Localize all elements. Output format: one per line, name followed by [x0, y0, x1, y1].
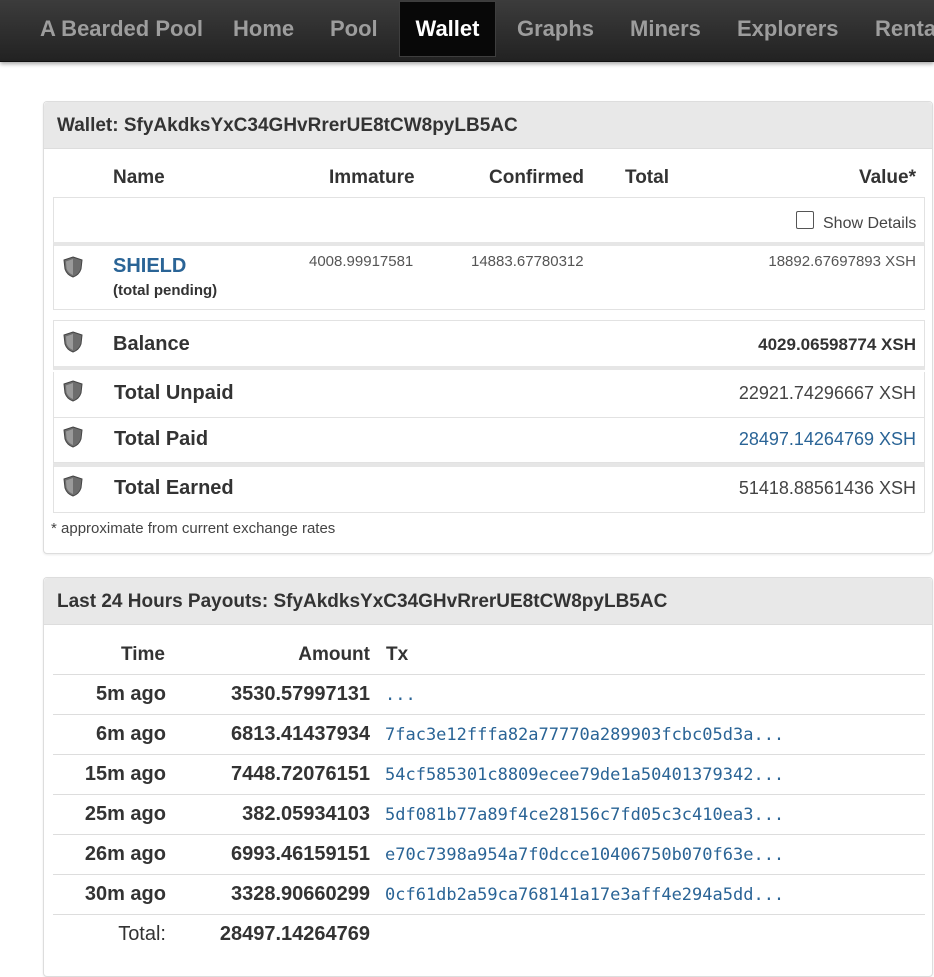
- coin-value: 18892.67697893 XSH: [768, 253, 916, 270]
- exchange-rate-footnote: * approximate from current exchange rate…: [51, 520, 336, 537]
- payout-tx-link[interactable]: e70c7398a954a7f0dcce10406750b070f63e...: [385, 845, 784, 865]
- payout-amount: 7448.72076151: [230, 763, 370, 785]
- brand-link[interactable]: A Bearded Pool: [40, 0, 203, 58]
- payout-time: 6m ago: [95, 723, 166, 745]
- nav-pool[interactable]: Pool: [330, 0, 378, 58]
- payout-row: 5m ago 3530.57997131 ...: [53, 674, 925, 714]
- payout-time: 26m ago: [84, 843, 166, 865]
- shield-icon: [63, 426, 83, 448]
- payout-time: 25m ago: [84, 803, 166, 825]
- total-unpaid-value: 22921.74296667 XSH: [738, 383, 916, 403]
- payout-amount: 3328.90660299: [230, 883, 370, 905]
- payout-row: 26m ago 6993.46159151 e70c7398a954a7f0dc…: [53, 834, 925, 874]
- coin-subtitle: (total pending): [113, 282, 218, 299]
- payout-tx-link[interactable]: 54cf585301c8809ecee79de1a50401379342...: [385, 765, 784, 785]
- payout-time: 30m ago: [84, 883, 166, 905]
- payout-amount: 6813.41437934: [230, 723, 370, 745]
- payouts-panel: Last 24 Hours Payouts: SfyAkdksYxC34GHvR…: [43, 577, 933, 977]
- coin-immature-value: 4008.99917581: [309, 253, 414, 270]
- payout-row: 6m ago 6813.41437934 7fac3e12fffa82a7777…: [53, 714, 925, 754]
- payout-time: 15m ago: [84, 763, 166, 785]
- shield-icon: [63, 256, 83, 278]
- show-details-row: [53, 197, 925, 244]
- payout-total-value: 28497.14264769: [219, 923, 370, 945]
- nav-graphs[interactable]: Graphs: [517, 0, 594, 58]
- shield-icon: [63, 331, 83, 353]
- total-earned-value: 51418.88561436 XSH: [738, 478, 916, 498]
- balance-label: Balance: [113, 333, 190, 355]
- col-confirmed: Confirmed: [489, 167, 584, 188]
- show-details-checkbox[interactable]: [796, 211, 814, 229]
- payout-amount: 3530.57997131: [230, 683, 370, 705]
- payout-tx-link[interactable]: 7fac3e12fffa82a77770a289903fcbc05d3a...: [385, 725, 784, 745]
- nav-wallet[interactable]: Wallet: [399, 1, 496, 57]
- total-paid-label: Total Paid: [114, 428, 209, 450]
- nav-home[interactable]: Home: [233, 0, 294, 58]
- payout-row: 15m ago 7448.72076151 54cf585301c8809ece…: [53, 754, 925, 794]
- payout-tx-link[interactable]: 0cf61db2a59ca768141a17e3aff4e294a5dd...: [385, 885, 784, 905]
- coin-confirmed-value: 14883.67780312: [471, 253, 584, 270]
- nav-explorers[interactable]: Explorers: [737, 0, 839, 58]
- payout-total-label: Total:: [118, 923, 166, 945]
- total-earned-label: Total Earned: [114, 477, 234, 499]
- payout-amount: 6993.46159151: [230, 843, 370, 865]
- total-unpaid-label: Total Unpaid: [114, 382, 234, 404]
- payout-amount: 382.05934103: [242, 803, 370, 825]
- payout-tx-link[interactable]: 5df081b77a89f4ce28156c7fd05c3c410ea3...: [385, 805, 784, 825]
- total-paid-link[interactable]: 28497.14264769 XSH: [739, 429, 916, 450]
- payout-tx-link[interactable]: ...: [385, 685, 416, 705]
- show-details-label[interactable]: Show Details: [823, 215, 916, 233]
- payout-time: 5m ago: [95, 683, 166, 705]
- col-name: Name: [113, 167, 165, 188]
- nav-rentals[interactable]: Renta: [875, 0, 934, 58]
- payout-row: 30m ago 3328.90660299 0cf61db2a59ca76814…: [53, 874, 925, 914]
- payout-total-row: Total: 28497.14264769: [53, 914, 925, 954]
- col-amount: Amount: [298, 644, 370, 665]
- wallet-panel: Wallet: SfyAkdksYxC34GHvRrerUE8tCW8pyLB5…: [43, 101, 933, 554]
- top-navbar: A Bearded Pool Home Pool Wallet Graphs M…: [0, 0, 934, 62]
- col-immature: Immature: [329, 167, 415, 188]
- col-value: Value*: [858, 167, 916, 188]
- payouts-heading: Last 24 Hours Payouts: SfyAkdksYxC34GHvR…: [44, 578, 932, 625]
- col-time: Time: [120, 644, 165, 665]
- nav-miners[interactable]: Miners: [630, 0, 701, 58]
- col-tx: Tx: [386, 644, 409, 665]
- col-total: Total: [625, 167, 669, 188]
- coin-name-link[interactable]: SHIELD: [113, 255, 186, 278]
- shield-icon: [63, 380, 83, 402]
- shield-icon: [63, 475, 83, 497]
- payout-row: 25m ago 382.05934103 5df081b77a89f4ce281…: [53, 794, 925, 834]
- balance-value: 4029.06598774 XSH: [758, 335, 916, 354]
- wallet-heading: Wallet: SfyAkdksYxC34GHvRrerUE8tCW8pyLB5…: [44, 102, 932, 149]
